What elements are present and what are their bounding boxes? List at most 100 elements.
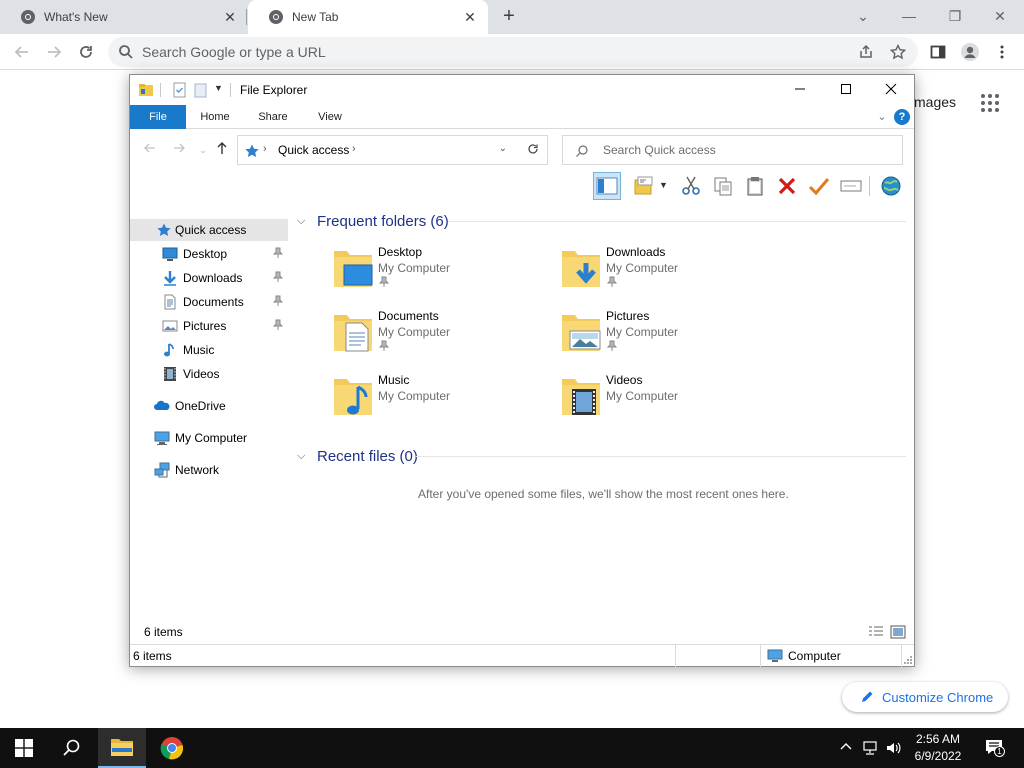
breadcrumb-quick-access[interactable]: Quick access — [278, 143, 349, 157]
taskbar-search-button[interactable] — [48, 728, 96, 768]
resize-grip-icon[interactable] — [903, 655, 913, 665]
title-separator — [230, 83, 231, 97]
refresh-button[interactable] — [518, 135, 548, 165]
status-item-count: 6 items — [133, 649, 172, 663]
taskbar-file-explorer[interactable] — [98, 728, 146, 768]
folder-tile-music[interactable]: Music My Computer — [332, 373, 552, 429]
arrow-up-icon — [217, 142, 227, 154]
tab-whats-new[interactable]: What's New ✕ — [0, 0, 248, 34]
tab-new-tab[interactable]: New Tab ✕ — [248, 0, 488, 34]
details-view-icon[interactable] — [868, 625, 884, 639]
delete-button[interactable] — [773, 172, 801, 200]
profile-button[interactable] — [958, 40, 982, 64]
up-button[interactable] — [213, 141, 231, 159]
omnibox-placeholder: Search Google or type a URL — [142, 44, 326, 60]
copy-button[interactable] — [709, 172, 737, 200]
breadcrumb-chevron-icon[interactable]: › — [352, 143, 356, 155]
network-status-icon[interactable] — [862, 740, 878, 756]
reload-button[interactable] — [74, 40, 98, 64]
explorer-back-button[interactable] — [141, 141, 159, 159]
side-panel-button[interactable] — [926, 40, 950, 64]
layout-dropdown-chevron-icon[interactable]: ▼ — [659, 180, 668, 190]
folder-tile-videos[interactable]: Videos My Computer — [560, 373, 780, 429]
breadcrumb-chevron-icon[interactable]: › — [263, 143, 267, 155]
close-window-button[interactable]: ✕ — [988, 4, 1012, 28]
chrome-favicon-icon — [269, 10, 283, 24]
tab-home[interactable]: Home — [192, 105, 238, 129]
pin-icon — [378, 340, 390, 351]
new-tab-button[interactable]: + — [498, 5, 520, 27]
nav-downloads[interactable]: Downloads — [130, 267, 288, 289]
nav-label: Music — [183, 343, 215, 357]
explorer-maximize-button[interactable] — [823, 75, 869, 105]
show-hidden-icons-chevron-icon[interactable] — [838, 740, 854, 756]
nav-documents[interactable]: Documents — [130, 291, 288, 313]
tab-file[interactable]: File — [130, 105, 186, 129]
explorer-minimize-button[interactable] — [777, 75, 823, 105]
address-bar[interactable]: › Quick access › ⌄ — [237, 135, 548, 165]
frequent-folders-header[interactable]: ⌵ Frequent folders (6) — [297, 211, 449, 231]
cut-button[interactable] — [677, 172, 705, 200]
bookmark-star-icon[interactable] — [888, 42, 908, 62]
taskbar-clock[interactable]: 2:56 AM 6/9/2022 — [904, 731, 972, 765]
minimize-button[interactable]: — — [897, 4, 921, 28]
restore-button[interactable]: ❐ — [943, 4, 967, 28]
address-history-chevron-icon[interactable]: ⌄ — [499, 143, 507, 154]
expand-ribbon-chevron-icon[interactable]: ⌄ — [874, 109, 890, 125]
explorer-title-bar[interactable]: ▼ File Explorer — [130, 75, 914, 105]
paste-button[interactable] — [741, 172, 769, 200]
tab-share[interactable]: Share — [250, 105, 296, 129]
help-icon[interactable]: ? — [894, 109, 910, 125]
google-apps-icon[interactable] — [980, 93, 1000, 113]
nav-network[interactable]: Network — [130, 459, 288, 481]
images-link[interactable]: mages — [914, 94, 956, 110]
new-folder-icon[interactable] — [193, 82, 209, 98]
large-icons-view-icon[interactable] — [890, 625, 906, 639]
avatar-icon — [961, 43, 979, 61]
side-panel-icon — [930, 45, 946, 59]
recent-locations-chevron-icon[interactable]: ⌄ — [194, 141, 212, 159]
chrome-menu-button[interactable] — [990, 40, 1014, 64]
nav-onedrive[interactable]: OneDrive — [130, 395, 288, 417]
nav-videos[interactable]: Videos — [130, 363, 288, 385]
nav-my-computer[interactable]: My Computer — [130, 427, 288, 449]
folder-tile-pictures[interactable]: Pictures My Computer — [560, 309, 780, 365]
explorer-forward-button[interactable] — [170, 141, 188, 159]
close-tab-icon[interactable]: ✕ — [462, 9, 478, 25]
forward-button[interactable] — [42, 40, 66, 64]
minimize-icon — [795, 88, 805, 90]
tab-view[interactable]: View — [308, 105, 352, 129]
volume-icon[interactable] — [886, 740, 902, 756]
explorer-close-button[interactable] — [868, 75, 914, 105]
recent-files-header[interactable]: ⌵ Recent files (0) — [297, 446, 418, 466]
nav-label: Videos — [183, 367, 220, 381]
customize-toolbar-chevron-icon[interactable]: ▼ — [214, 83, 223, 93]
properties-icon[interactable] — [172, 82, 188, 98]
nav-quick-access[interactable]: Quick access — [130, 219, 288, 241]
back-button[interactable] — [10, 40, 34, 64]
taskbar-chrome[interactable] — [148, 728, 196, 768]
recent-files-empty-message: After you've opened some files, we'll sh… — [418, 487, 789, 501]
nav-music[interactable]: Music — [130, 339, 288, 361]
folder-tile-desktop[interactable]: Desktop My Computer — [332, 245, 552, 301]
navigation-pane-button[interactable] — [593, 172, 621, 200]
rename-field-button[interactable] — [837, 172, 865, 200]
nav-label: Network — [175, 463, 220, 477]
explorer-search-box[interactable]: Search Quick access — [562, 135, 903, 165]
nav-desktop[interactable]: Desktop — [130, 243, 288, 265]
omnibox[interactable]: Search Google or type a URL — [108, 37, 918, 67]
start-button[interactable] — [0, 728, 48, 768]
folder-tile-documents[interactable]: Documents My Computer — [332, 309, 552, 365]
action-center-button[interactable]: 1 — [984, 739, 1005, 757]
folder-tile-downloads[interactable]: Downloads My Computer — [560, 245, 780, 301]
pin-icon — [606, 340, 618, 351]
customize-chrome-button[interactable]: Customize Chrome — [842, 682, 1008, 712]
nav-label: Documents — [183, 295, 244, 309]
share-icon[interactable] — [856, 42, 876, 62]
close-tab-icon[interactable]: ✕ — [222, 9, 238, 25]
nav-pictures[interactable]: Pictures — [130, 315, 288, 337]
rename-check-button[interactable] — [805, 172, 833, 200]
tab-search-icon[interactable]: ⌄ — [851, 4, 875, 28]
layout-button[interactable] — [631, 172, 659, 200]
network-globe-button[interactable] — [877, 172, 905, 200]
